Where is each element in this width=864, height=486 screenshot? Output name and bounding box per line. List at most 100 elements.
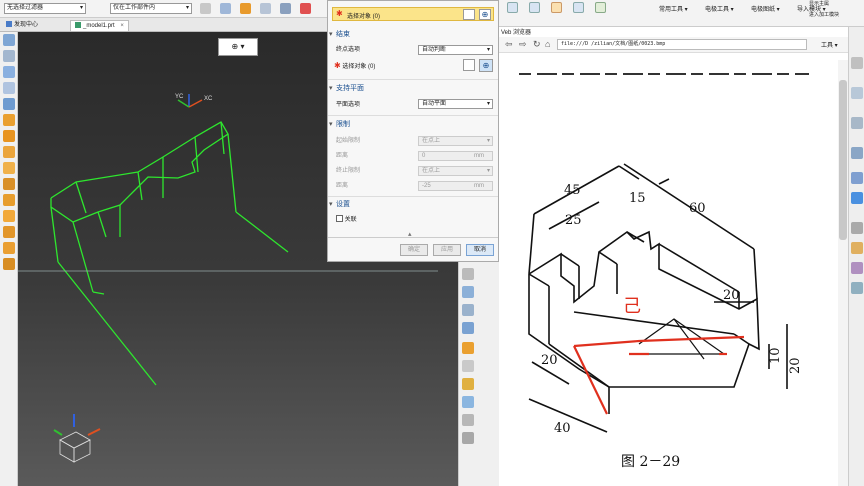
back-icon[interactable]: ⇦ — [505, 39, 513, 50]
section-limits-header[interactable]: 限制 — [328, 119, 498, 131]
roles-icon[interactable] — [851, 117, 863, 129]
url-field[interactable]: file:///D /zilian/文档/图纸/0023.bmp — [557, 39, 807, 50]
scrollbar-thumb[interactable] — [839, 80, 847, 240]
section-support-header[interactable]: 支持平面 — [328, 83, 498, 95]
reuse-library-icon[interactable] — [3, 82, 15, 94]
model-edges — [50, 121, 289, 386]
render-icon[interactable] — [462, 304, 474, 316]
shaded-icon[interactable] — [462, 322, 474, 334]
associative-label: 关联 — [344, 217, 357, 223]
distance1-label: 距离 — [336, 153, 349, 159]
cross-icon[interactable] — [573, 2, 584, 13]
pocket-icon[interactable] — [3, 226, 15, 238]
constraint-navigator-icon[interactable] — [3, 66, 15, 78]
face-snap-icon[interactable] — [240, 3, 251, 14]
delete-icon[interactable] — [462, 360, 474, 372]
show-main-attr-link[interactable]: 显示主属 — [809, 0, 829, 7]
home-icon[interactable]: ⌂ — [545, 39, 550, 49]
tab-label: _model1.prt — [83, 23, 115, 29]
associative-checkbox[interactable] — [336, 215, 343, 222]
close-icon[interactable]: × — [120, 23, 124, 29]
apply-button[interactable]: 应用 — [433, 244, 461, 256]
ok-button[interactable]: 确定 — [400, 244, 428, 256]
chevron-down-icon: ▾ — [486, 101, 490, 107]
engineering-drawing: 45 15 60 25 20 20 20 10 40 图 2－29 己 — [519, 73, 809, 470]
line-icon[interactable] — [462, 286, 474, 298]
section-settings-header[interactable]: 设置 — [328, 199, 498, 211]
distance2-value: -25 — [422, 183, 431, 189]
divider — [328, 79, 498, 80]
rotate-icon[interactable] — [462, 396, 474, 408]
history-icon[interactable] — [3, 98, 15, 110]
end-option-select[interactable]: 自动判断 ▾ — [418, 45, 493, 55]
point-icon[interactable] — [529, 2, 540, 13]
close-snap-icon[interactable] — [300, 3, 311, 14]
chevron-down-icon: ▾ — [79, 5, 83, 11]
tab-model[interactable]: _model1.prt × — [70, 20, 129, 31]
assembly-navigator-icon[interactable] — [3, 50, 15, 62]
divider — [328, 115, 498, 116]
enter-machining-link[interactable]: 进入加工模块 — [809, 11, 839, 18]
globe-icon[interactable] — [851, 192, 863, 204]
measure-icon[interactable] — [462, 378, 474, 390]
tab-discovery-center[interactable]: 发现中心 — [2, 20, 42, 31]
dim-25: 25 — [565, 213, 582, 228]
cone-icon[interactable] — [3, 162, 15, 174]
electrode-drawing-menu[interactable]: 电极图纸 ▾ — [751, 4, 780, 13]
view-toolbar — [458, 262, 476, 486]
end-point-dialog-button[interactable] — [463, 59, 475, 71]
refresh-icon[interactable]: ↻ — [533, 39, 541, 50]
common-tools-menu[interactable]: 常用工具 ▾ — [659, 4, 688, 13]
distance1-input[interactable]: 0 mm — [418, 151, 493, 161]
extrude-icon[interactable] — [3, 114, 15, 126]
hide-icon[interactable] — [462, 268, 474, 280]
start-select-row[interactable]: ✱ 选择对象 (0) ⊕ — [332, 7, 494, 21]
palette-icon[interactable] — [851, 242, 863, 254]
electrode-tools-menu[interactable]: 电极工具 ▾ — [705, 4, 734, 13]
start-limit-select[interactable]: 在点上 ▾ — [418, 136, 493, 146]
cylinder-icon[interactable] — [3, 146, 15, 158]
curve-snap-icon[interactable] — [260, 3, 271, 14]
tools-menu[interactable]: 工具 ▾ — [821, 40, 838, 49]
clock-icon[interactable] — [851, 222, 863, 234]
material-icon[interactable] — [851, 262, 863, 274]
boss-icon[interactable] — [3, 210, 15, 222]
point-dialog-button[interactable] — [463, 9, 475, 20]
system-icon[interactable] — [851, 147, 863, 159]
point-constructor-icon[interactable]: ⊕ — [479, 9, 491, 20]
layer-icon[interactable] — [851, 87, 863, 99]
forward-icon[interactable]: ⇨ — [519, 39, 527, 50]
selection-filter-dropdown[interactable]: 无选择过滤器 ▾ — [4, 3, 86, 14]
end-select-row[interactable]: ✱ 选择对象 (0) — [334, 61, 375, 72]
reuse-icon[interactable] — [851, 282, 863, 294]
plane-option-select[interactable]: 自动平面 ▾ — [418, 99, 493, 109]
section-end-header[interactable]: 结束 — [328, 29, 498, 41]
distance2-input[interactable]: -25 mm — [418, 181, 493, 191]
sphere-icon[interactable] — [3, 178, 15, 190]
axis-icon[interactable] — [507, 2, 518, 13]
cancel-button[interactable]: 取消 — [466, 244, 494, 256]
end-point-constructor-icon[interactable]: ⊕ — [479, 59, 493, 72]
end-limit-select[interactable]: 在点上 ▾ — [418, 166, 493, 176]
snap-point-icon[interactable] — [220, 3, 231, 14]
associative-row[interactable]: 关联 — [336, 215, 357, 225]
part-navigator-icon[interactable] — [3, 34, 15, 46]
filter-icon[interactable] — [200, 3, 211, 14]
curve-icon[interactable] — [595, 2, 606, 13]
hole-icon[interactable] — [3, 194, 15, 206]
nav-icon[interactable] — [851, 57, 863, 69]
pad-icon[interactable] — [3, 242, 15, 254]
chevron-down-icon: ▾ — [185, 5, 189, 11]
scope-dropdown[interactable]: 仅在工作部件内 ▾ — [110, 3, 192, 14]
divider — [328, 237, 498, 238]
axis-triad: YC XC — [175, 94, 213, 108]
grid-icon[interactable] — [280, 3, 291, 14]
block-icon[interactable] — [3, 130, 15, 142]
browser-scrollbar[interactable] — [838, 60, 848, 486]
slot-icon[interactable] — [3, 258, 15, 270]
web-icon[interactable] — [851, 172, 863, 184]
circle-icon[interactable] — [551, 2, 562, 13]
settings-icon[interactable] — [462, 432, 474, 444]
face-color-icon[interactable] — [462, 342, 474, 354]
refresh-icon[interactable] — [462, 414, 474, 426]
